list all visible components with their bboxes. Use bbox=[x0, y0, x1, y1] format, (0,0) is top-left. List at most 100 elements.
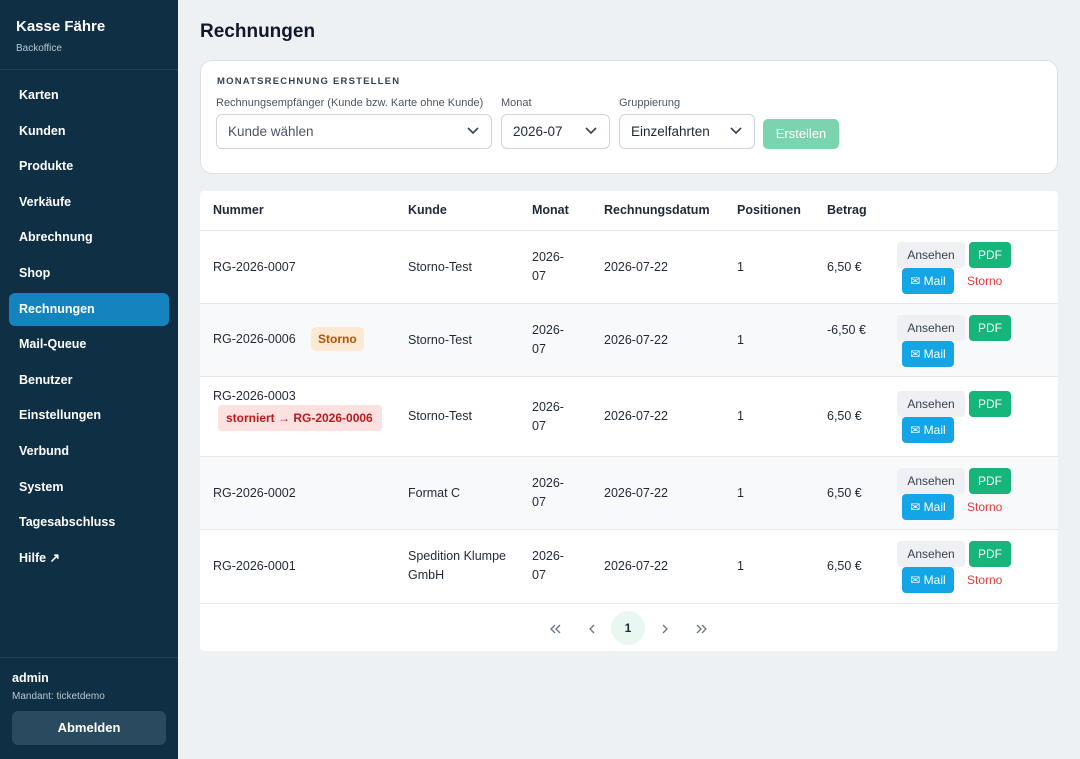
pdf-button[interactable]: PDF bbox=[969, 391, 1011, 417]
sidebar-item-shop[interactable]: Shop bbox=[9, 257, 169, 290]
user-name: admin bbox=[12, 671, 49, 685]
storno-badge: Storno bbox=[311, 327, 364, 351]
invoice-positions: 1 bbox=[737, 409, 744, 423]
sidebar-item-abrechnung[interactable]: Abrechnung bbox=[9, 221, 169, 254]
invoice-positions: 1 bbox=[737, 260, 744, 274]
next-page-button[interactable] bbox=[648, 611, 682, 645]
invoice-positions: 1 bbox=[737, 559, 744, 573]
col-header-month: Monat bbox=[532, 203, 569, 217]
sidebar-item-benutzer[interactable]: Benutzer bbox=[9, 364, 169, 397]
view-button[interactable]: Ansehen bbox=[897, 541, 965, 567]
brand: Kasse Fähre Backoffice bbox=[0, 0, 178, 70]
invoice-amount: 6,50 € bbox=[827, 559, 862, 573]
sidebar-item-karten[interactable]: Karten bbox=[9, 79, 169, 112]
storno-link[interactable]: Storno bbox=[967, 274, 1002, 288]
invoice-table: Nummer Kunde Monat Rechnungsdatum Positi… bbox=[200, 191, 1058, 651]
table-row: RG-2026-0001 Spedition Klumpe GmbH 2026-… bbox=[200, 529, 1058, 603]
cancelled-note: storniert → RG-2026-0006 bbox=[218, 405, 382, 431]
invoice-date: 2026-07-22 bbox=[604, 409, 668, 423]
mail-button[interactable]: ✉ Mail bbox=[902, 341, 954, 367]
page-title: Rechnungen bbox=[200, 21, 316, 42]
double-chevron-right-icon bbox=[696, 624, 707, 634]
recipient-select-value: Kunde wählen bbox=[228, 124, 314, 139]
sidebar-item-einstellungen[interactable]: Einstellungen bbox=[9, 399, 169, 432]
invoice-date: 2026-07-22 bbox=[604, 559, 668, 573]
last-page-button[interactable] bbox=[685, 611, 719, 645]
create-invoice-card: MONATSRECHNUNG ERSTELLEN Rechnungsempfän… bbox=[200, 60, 1058, 174]
chevron-left-icon bbox=[589, 624, 595, 634]
sidebar-item-mail-queue[interactable]: Mail-Queue bbox=[9, 328, 169, 361]
invoice-positions: 1 bbox=[737, 486, 744, 500]
table-row: RG-2026-0002 Format C 2026-07 2026-07-22… bbox=[200, 456, 1058, 529]
invoice-date: 2026-07-22 bbox=[604, 486, 668, 500]
mail-button[interactable]: ✉ Mail bbox=[902, 417, 954, 443]
invoice-month: 2026-07 bbox=[532, 250, 564, 283]
brand-subtitle: Backoffice bbox=[16, 43, 62, 54]
grouping-select-value: Einzelfahrten bbox=[631, 124, 710, 139]
tenant-label: Mandant: ticketdemo bbox=[12, 691, 105, 702]
month-select[interactable]: 2026-07 bbox=[501, 114, 610, 149]
invoice-number: RG-2026-0002 bbox=[213, 486, 296, 500]
invoice-month: 2026-07 bbox=[532, 476, 564, 509]
sidebar-item-system[interactable]: System bbox=[9, 471, 169, 504]
invoice-date: 2026-07-22 bbox=[604, 260, 668, 274]
recipient-select[interactable]: Kunde wählen bbox=[216, 114, 492, 149]
prev-page-button[interactable] bbox=[575, 611, 609, 645]
grouping-label: Gruppierung bbox=[619, 97, 681, 109]
table-row: RG-2026-0006 Storno Storno-Test 2026-07 … bbox=[200, 303, 1058, 376]
brand-title: Kasse Fähre bbox=[16, 18, 106, 35]
grouping-select[interactable]: Einzelfahrten bbox=[619, 114, 755, 149]
recipient-label: Rechnungsempfänger (Kunde bzw. Karte ohn… bbox=[216, 97, 484, 109]
chevron-down-icon bbox=[730, 127, 742, 135]
create-button[interactable]: Erstellen bbox=[763, 119, 839, 149]
sidebar-nav: Karten Kunden Produkte Verkäufe Abrechnu… bbox=[0, 70, 178, 575]
chevron-down-icon bbox=[585, 127, 597, 135]
pagination: 1 bbox=[200, 603, 1058, 651]
sidebar-item-tagesabschluss[interactable]: Tagesabschluss bbox=[9, 506, 169, 539]
col-header-date: Rechnungsdatum bbox=[604, 203, 710, 217]
invoice-customer: Storno-Test bbox=[408, 333, 472, 347]
sidebar-footer: admin Mandant: ticketdemo Abmelden bbox=[0, 657, 178, 759]
invoice-amount: 6,50 € bbox=[827, 260, 862, 274]
month-label: Monat bbox=[501, 97, 532, 109]
section-title: MONATSRECHNUNG ERSTELLEN bbox=[217, 76, 401, 87]
storno-link[interactable]: Storno bbox=[967, 573, 1002, 587]
chevron-right-icon bbox=[662, 624, 668, 634]
storno-link[interactable]: Storno bbox=[967, 500, 1002, 514]
view-button[interactable]: Ansehen bbox=[897, 468, 965, 494]
col-header-positions: Positionen bbox=[737, 203, 801, 217]
sidebar-item-produkte[interactable]: Produkte bbox=[9, 150, 169, 183]
page-button-current[interactable]: 1 bbox=[611, 611, 645, 645]
invoice-month: 2026-07 bbox=[532, 549, 564, 582]
sidebar-item-verbund[interactable]: Verbund bbox=[9, 435, 169, 468]
invoice-month: 2026-07 bbox=[532, 323, 564, 356]
sidebar-item-kunden[interactable]: Kunden bbox=[9, 115, 169, 148]
sidebar-item-verkaeufe[interactable]: Verkäufe bbox=[9, 186, 169, 219]
sidebar-item-hilfe[interactable]: Hilfe ↗ bbox=[9, 542, 169, 575]
sidebar: Kasse Fähre Backoffice Karten Kunden Pro… bbox=[0, 0, 178, 759]
first-page-button[interactable] bbox=[538, 611, 572, 645]
pdf-button[interactable]: PDF bbox=[969, 468, 1011, 494]
pdf-button[interactable]: PDF bbox=[969, 541, 1011, 567]
table-row: RG-2026-0003 storniert → RG-2026-0006 St… bbox=[200, 376, 1058, 456]
mail-button[interactable]: ✉ Mail bbox=[902, 567, 954, 593]
invoice-month: 2026-07 bbox=[532, 400, 564, 433]
invoice-number: RG-2026-0001 bbox=[213, 559, 296, 573]
month-select-value: 2026-07 bbox=[513, 124, 563, 139]
view-button[interactable]: Ansehen bbox=[897, 315, 965, 341]
mail-button[interactable]: ✉ Mail bbox=[902, 268, 954, 294]
pdf-button[interactable]: PDF bbox=[969, 315, 1011, 341]
invoice-date: 2026-07-22 bbox=[604, 333, 668, 347]
view-button[interactable]: Ansehen bbox=[897, 391, 965, 417]
invoice-customer: Storno-Test bbox=[408, 409, 472, 423]
mail-button[interactable]: ✉ Mail bbox=[902, 494, 954, 520]
pdf-button[interactable]: PDF bbox=[969, 242, 1011, 268]
invoice-number: RG-2026-0007 bbox=[213, 260, 296, 274]
view-button[interactable]: Ansehen bbox=[897, 242, 965, 268]
invoice-number: RG-2026-0003 bbox=[213, 389, 296, 403]
invoice-customer: Spedition Klumpe GmbH bbox=[408, 549, 506, 582]
logout-button[interactable]: Abmelden bbox=[12, 711, 166, 745]
chevron-down-icon bbox=[467, 127, 479, 135]
sidebar-item-rechnungen[interactable]: Rechnungen bbox=[9, 292, 169, 326]
double-chevron-left-icon bbox=[550, 624, 561, 634]
